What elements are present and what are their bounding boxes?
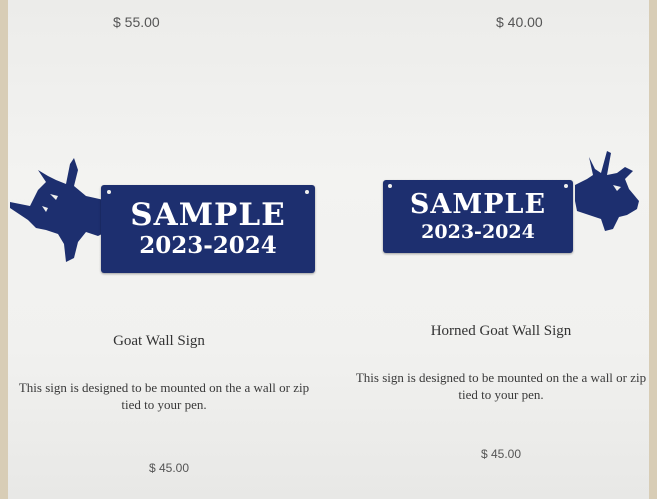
product-image-sign[interactable]: SAMPLE 2023-2024 [383,180,573,253]
product-price-top-left: $ 55.00 [113,14,160,30]
product-description: This sign is designed to be mounted on t… [18,380,310,412]
sign-line-1: SAMPLE [409,189,547,220]
sign-line-2: 2023-2024 [139,232,277,259]
product-card-goat-wall-sign[interactable]: SAMPLE 2023-2024 Goat Wall Sign This sig… [8,150,328,480]
sign-line-1: SAMPLE [130,197,286,233]
product-description: This sign is designed to be mounted on t… [355,370,647,402]
product-title[interactable]: Goat Wall Sign [8,333,310,350]
product-image-sign[interactable]: SAMPLE 2023-2024 [101,185,315,273]
product-card-horned-goat-wall-sign[interactable]: SAMPLE 2023-2024 Horned Goat Wall Sign T… [353,140,649,470]
product-price: $ 45.00 [148,461,190,475]
horned-goat-silhouette-icon [575,151,639,231]
sign-line-2: 2023-2024 [421,221,535,243]
product-price: $ 45.00 [480,447,522,461]
product-title[interactable]: Horned Goat Wall Sign [353,323,649,340]
product-price-top-right: $ 40.00 [496,14,543,30]
product-grid: $ 55.00 $ 40.00 SAMPLE 2023-2024 Goat Wa… [8,0,649,499]
